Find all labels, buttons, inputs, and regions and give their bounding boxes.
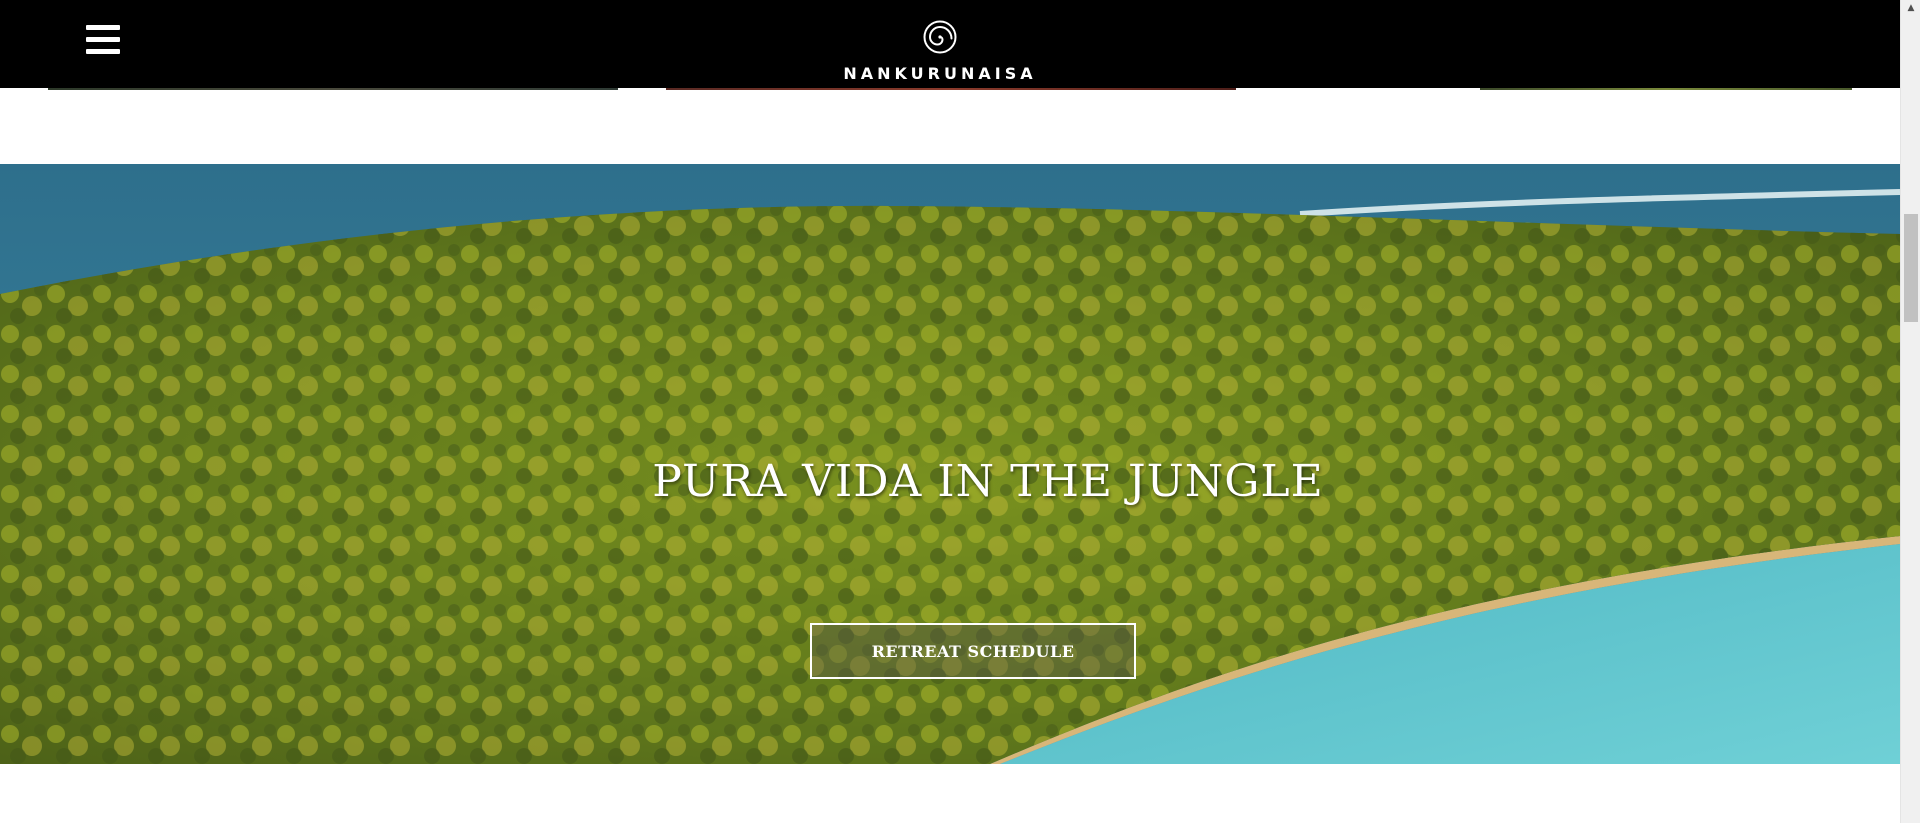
scrollbar-thumb[interactable] xyxy=(1904,214,1918,322)
hamburger-menu-icon[interactable] xyxy=(86,24,124,58)
brand-home-link[interactable]: NANKURUNAISA xyxy=(840,20,1040,86)
hero-title: PURA VIDA IN THE JUNGLE xyxy=(652,456,1324,507)
menu-bar-middle xyxy=(86,37,120,42)
hero-section: PURA VIDA IN THE JUNGLE RETREAT SCHEDULE xyxy=(0,164,1900,764)
gallery-image-edge xyxy=(1480,88,1852,90)
brand-name: NANKURUNAISA xyxy=(843,64,1037,83)
page: NANKURUNAISA PURA VIDA IN THE JUNGLE RET… xyxy=(0,0,1920,823)
menu-bar-bottom xyxy=(86,49,120,54)
menu-bar-top xyxy=(86,25,120,30)
gallery-image-edge xyxy=(666,88,1236,90)
gallery-image-edge xyxy=(48,88,618,90)
gallery-strip xyxy=(0,88,1900,91)
page-scrollbar[interactable]: ▲ xyxy=(1900,0,1920,823)
site-header: NANKURUNAISA xyxy=(0,0,1900,88)
spiral-logo-icon xyxy=(923,20,957,54)
scroll-up-arrow-icon[interactable]: ▲ xyxy=(1901,0,1920,17)
retreat-schedule-button[interactable]: RETREAT SCHEDULE xyxy=(810,623,1136,679)
